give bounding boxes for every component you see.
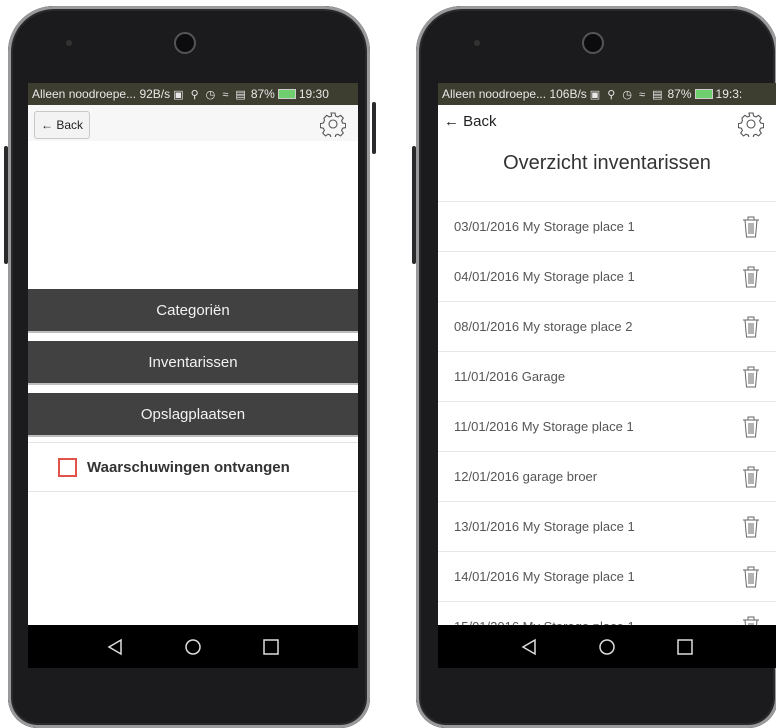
back-button[interactable]: ← Back: [444, 113, 497, 130]
inventory-row[interactable]: 11/01/2016 Garage: [438, 352, 776, 402]
inventory-label: 11/01/2016 Garage: [454, 369, 566, 384]
android-nav-bar: [438, 625, 776, 668]
inventory-row[interactable]: 11/01/2016 My Storage place 1: [438, 402, 776, 452]
android-nav-bar: [28, 625, 358, 668]
categories-button[interactable]: Categoriën: [28, 289, 358, 331]
gear-icon[interactable]: [320, 111, 346, 137]
network-speed: 92B/s: [139, 87, 171, 101]
phone-frame-right: Alleen noodroepe... 106B/s ▣ ⚲ ◷ ≈ ▤ 87%…: [412, 6, 776, 728]
carrier-text: Alleen noodroepe...: [32, 87, 137, 101]
network-speed: 106B/s: [549, 87, 587, 101]
nav-back-icon[interactable]: [106, 638, 124, 656]
inventory-label: 12/01/2016 garage broer: [454, 469, 598, 484]
volume-button: [4, 146, 8, 264]
status-icons: ▣ ⚲ ◷ ≈ ▤: [589, 88, 665, 101]
front-camera: [582, 32, 604, 54]
screen-left: Alleen noodroepe... 92B/s ▣ ⚲ ◷ ≈ ▤ 87% …: [28, 83, 358, 668]
inventory-row[interactable]: 04/01/2016 My Storage place 1: [438, 252, 776, 302]
trash-icon[interactable]: [742, 215, 760, 239]
gear-icon[interactable]: [738, 111, 764, 137]
inventory-row[interactable]: 14/01/2016 My Storage place 1: [438, 552, 776, 602]
nav-recents-icon[interactable]: [262, 638, 280, 656]
inventory-label: 14/01/2016 My Storage place 1: [454, 569, 635, 584]
screen-right: Alleen noodroepe... 106B/s ▣ ⚲ ◷ ≈ ▤ 87%…: [438, 83, 776, 668]
page-title: Overzicht inventarissen: [503, 152, 711, 174]
warnings-checkbox[interactable]: [58, 457, 77, 477]
inventory-row[interactable]: 03/01/2016 My Storage place 1: [438, 202, 776, 252]
clock: 19:3:: [715, 87, 743, 101]
front-camera: [174, 32, 196, 54]
inventory-row[interactable]: 08/01/2016 My storage place 2: [438, 302, 776, 352]
sensor-dot: [474, 40, 480, 46]
trash-icon[interactable]: [742, 415, 760, 439]
sensor-dot: [66, 40, 72, 46]
trash-icon[interactable]: [742, 565, 760, 589]
inventory-label: 08/01/2016 My storage place 2: [454, 319, 633, 334]
inventory-list: 03/01/2016 My Storage place 1 04/01/2016 …: [438, 201, 776, 652]
inventory-row[interactable]: 12/01/2016 garage broer: [438, 452, 776, 502]
status-bar: Alleen noodroepe... 106B/s ▣ ⚲ ◷ ≈ ▤ 87%…: [438, 83, 776, 105]
inventory-label: 11/01/2016 My Storage place 1: [454, 419, 634, 434]
inventory-label: 03/01/2016 My Storage place 1: [454, 219, 635, 234]
inventory-row[interactable]: 13/01/2016 My Storage place 1: [438, 502, 776, 552]
clock: 19:30: [298, 87, 329, 101]
phone-frame-left: Alleen noodroepe... 92B/s ▣ ⚲ ◷ ≈ ▤ 87% …: [4, 6, 376, 728]
battery-percent: 87%: [250, 87, 275, 101]
nav-home-icon[interactable]: [598, 638, 616, 656]
battery-icon: [694, 89, 713, 99]
battery-percent: 87%: [667, 87, 692, 101]
inventories-button[interactable]: Inventarissen: [28, 341, 358, 383]
top-bar: ← Back: [438, 105, 776, 141]
warnings-label: Waarschuwingen ontvangen: [87, 458, 290, 476]
trash-icon[interactable]: [742, 315, 760, 339]
carrier-text: Alleen noodroepe...: [442, 87, 547, 101]
status-icons: ▣ ⚲ ◷ ≈ ▤: [173, 88, 248, 101]
nav-recents-icon[interactable]: [676, 638, 694, 656]
inventory-label: 13/01/2016 My Storage place 1: [454, 519, 635, 534]
battery-icon: [277, 89, 296, 99]
back-button[interactable]: ← Back: [34, 111, 91, 139]
warnings-option[interactable]: Waarschuwingen ontvangen: [28, 442, 358, 492]
top-bar: ← Back: [28, 105, 358, 141]
trash-icon[interactable]: [742, 515, 760, 539]
nav-back-icon[interactable]: [520, 638, 538, 656]
trash-icon[interactable]: [742, 265, 760, 289]
status-bar: Alleen noodroepe... 92B/s ▣ ⚲ ◷ ≈ ▤ 87% …: [28, 83, 358, 105]
volume-button: [412, 146, 416, 264]
trash-icon[interactable]: [742, 465, 760, 489]
inventory-label: 04/01/2016 My Storage place 1: [454, 269, 635, 284]
trash-icon[interactable]: [742, 365, 760, 389]
power-button: [372, 102, 376, 154]
nav-home-icon[interactable]: [184, 638, 202, 656]
storage-places-button[interactable]: Opslagplaatsen: [28, 393, 358, 435]
